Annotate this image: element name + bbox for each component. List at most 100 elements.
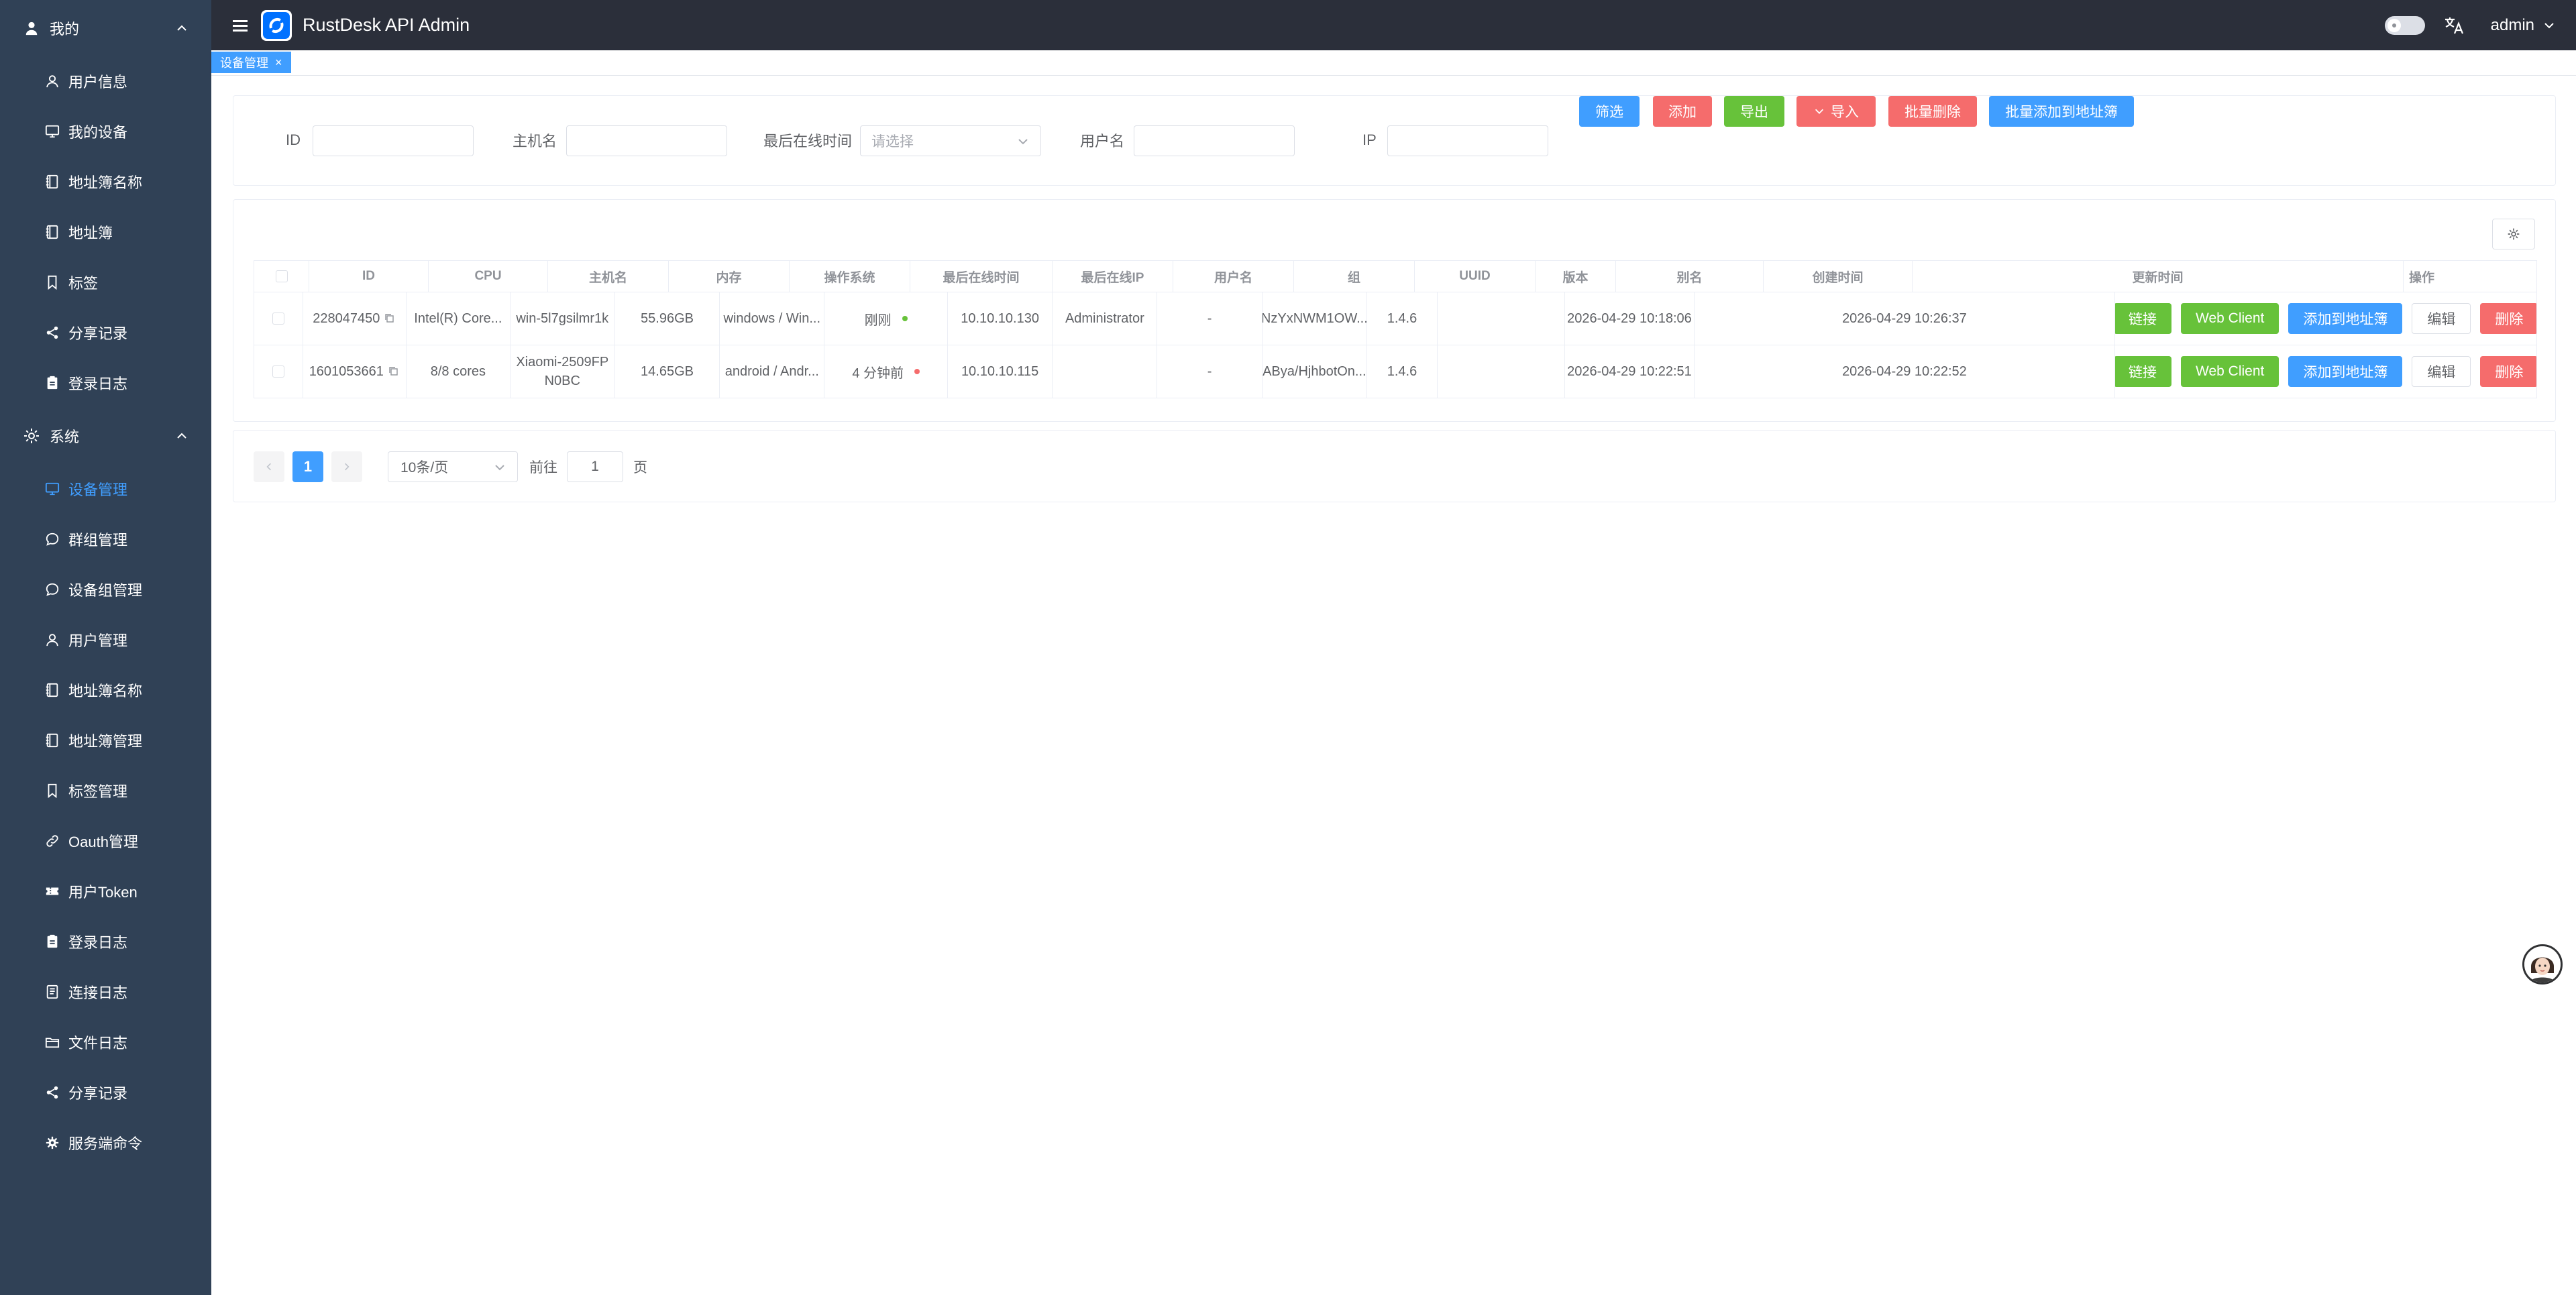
cell-text: 228047450 <box>313 311 380 326</box>
document-icon <box>44 984 60 1000</box>
cell-text: - <box>1207 311 1212 326</box>
copy-icon[interactable] <box>388 365 400 378</box>
sidebar-item-label: 用户Token <box>68 883 138 901</box>
sidebar-item-system-4[interactable]: 地址簿名称 <box>0 665 211 715</box>
sidebar-item-system-10[interactable]: 连接日志 <box>0 966 211 1017</box>
chevron-down-icon[interactable] <box>2542 19 2556 32</box>
sidebar-item-system-7[interactable]: Oauth管理 <box>0 815 211 866</box>
import-button[interactable]: 导入 <box>1796 96 1876 127</box>
sidebar-item-me-1[interactable]: 我的设备 <box>0 106 211 156</box>
ticket-icon <box>44 883 60 899</box>
user-filled-icon <box>23 19 40 37</box>
status-dot <box>902 316 908 321</box>
cell-text: Intel(R) Core... <box>414 311 502 326</box>
sidebar-group-system[interactable]: 系统 <box>0 408 211 463</box>
column-settings-button[interactable] <box>2492 219 2535 249</box>
sidebar-item-system-6[interactable]: 标签管理 <box>0 765 211 815</box>
cell-cpu: 8/8 cores <box>407 345 511 398</box>
web-client-button[interactable]: Web Client <box>2181 303 2279 334</box>
goto-page-input[interactable]: 1 <box>567 451 623 482</box>
filter-id-input[interactable] <box>313 125 474 156</box>
translate-icon[interactable] <box>2443 14 2465 37</box>
filter-id-label: ID <box>286 131 301 148</box>
page-suffix: 页 <box>633 460 647 475</box>
user-name[interactable]: admin <box>2491 16 2534 35</box>
page-number-button[interactable]: 1 <box>292 451 323 482</box>
batch-add-to-address-book-button[interactable]: 批量添加到地址簿 <box>1989 96 2134 127</box>
chevron-left-icon <box>266 463 271 471</box>
sidebar-item-me-5[interactable]: 分享记录 <box>0 307 211 357</box>
notebook-icon <box>44 224 60 240</box>
filter-last-online-label: 最后在线时间 <box>763 133 853 150</box>
filter-button[interactable]: 筛选 <box>1579 96 1640 127</box>
column-header: UUID <box>1415 261 1536 292</box>
export-button[interactable]: 导出 <box>1724 96 1784 127</box>
sidebar-item-system-12[interactable]: 分享记录 <box>0 1067 211 1117</box>
edit-button[interactable]: 编辑 <box>2412 356 2471 387</box>
cell-last_ip: 10.10.10.115 <box>948 345 1053 398</box>
add-to-address-book-button[interactable]: 添加到地址簿 <box>2288 356 2403 387</box>
floating-avatar[interactable] <box>2522 944 2563 984</box>
sidebar-item-me-0[interactable]: 用户信息 <box>0 56 211 106</box>
batch-delete-button[interactable]: 批量删除 <box>1888 96 1977 127</box>
add-to-address-book-button[interactable]: 添加到地址簿 <box>2288 303 2403 334</box>
tag-device-management[interactable]: 设备管理 × <box>211 52 291 73</box>
filter-last-online-select[interactable]: 请选择 <box>860 125 1041 156</box>
hamburger-menu-icon[interactable] <box>231 17 249 34</box>
filter-hostname-input[interactable] <box>566 125 727 156</box>
cell-text: windows / Win... <box>723 311 820 326</box>
cell-memory: 14.65GB <box>615 345 720 398</box>
select-all-checkbox[interactable] <box>275 270 288 282</box>
sidebar-item-system-13[interactable]: 服务端命令 <box>0 1117 211 1168</box>
sidebar-item-me-4[interactable]: 标签 <box>0 257 211 307</box>
table-row: 1601053661 8/8 cores Xiaomi-2509FPN0BC 14.6… <box>254 345 2537 398</box>
sidebar-item-label: 地址簿 <box>68 224 113 241</box>
sidebar-item-me-6[interactable]: 登录日志 <box>0 357 211 408</box>
sidebar-item-system-1[interactable]: 群组管理 <box>0 514 211 564</box>
link-icon <box>44 833 60 849</box>
copy-icon[interactable] <box>384 313 396 325</box>
chevron-right-icon <box>345 463 350 471</box>
cell-text: 2026-04-29 10:18:06 <box>1567 311 1692 326</box>
sidebar-item-system-8[interactable]: 用户Token <box>0 866 211 916</box>
cell-username <box>1053 345 1158 398</box>
sidebar-group-me[interactable]: 我的 <box>0 0 211 56</box>
row-checkbox[interactable] <box>272 365 284 378</box>
sidebar-item-system-3[interactable]: 用户管理 <box>0 614 211 665</box>
row-checkbox[interactable] <box>272 313 284 325</box>
connect-button[interactable]: 链接 <box>2115 356 2172 387</box>
next-page-button[interactable] <box>331 451 362 482</box>
select-placeholder: 请选择 <box>871 134 914 150</box>
sidebar-item-system-9[interactable]: 登录日志 <box>0 916 211 966</box>
column-header: CPU <box>429 261 548 292</box>
delete-button[interactable]: 删除 <box>2480 303 2537 334</box>
cell-text: 4 分钟前 <box>852 365 904 381</box>
connect-button[interactable]: 链接 <box>2115 303 2172 334</box>
sidebar-item-me-3[interactable]: 地址簿 <box>0 207 211 257</box>
page-size-value: 10条/页 <box>400 460 449 475</box>
theme-toggle[interactable] <box>2384 15 2425 35</box>
gear-icon <box>44 1135 60 1151</box>
cell-text: 1.4.6 <box>1387 363 1417 379</box>
close-icon[interactable]: × <box>275 56 282 70</box>
edit-button[interactable]: 编辑 <box>2412 303 2471 334</box>
row-checkbox-cell <box>254 292 303 345</box>
add-button[interactable]: 添加 <box>1653 96 1712 127</box>
sidebar-item-me-2[interactable]: 地址簿名称 <box>0 156 211 207</box>
filter-username-input[interactable] <box>1134 125 1295 156</box>
rustdesk-logo-icon <box>261 9 292 41</box>
sidebar-item-system-0[interactable]: 设备管理 <box>0 463 211 514</box>
cell-actions: 链接 Web Client 添加到地址簿 编辑 删除 <box>2115 292 2537 345</box>
table-card: ID CPU 主机名 内存 操作系统 最后在线时间 最后在线IP 用户名组 UUID 版本 别名 创建… <box>233 199 2556 422</box>
sidebar-item-system-5[interactable]: 地址簿管理 <box>0 715 211 765</box>
cell-updated: 2026-04-29 10:22:52 <box>1695 345 2116 398</box>
prev-page-button[interactable] <box>254 451 284 482</box>
folder-icon <box>44 1034 60 1050</box>
sidebar-item-label: 文件日志 <box>68 1034 128 1052</box>
page-size-select[interactable]: 10条/页 <box>388 451 518 482</box>
delete-button[interactable]: 删除 <box>2480 356 2537 387</box>
web-client-button[interactable]: Web Client <box>2181 356 2279 387</box>
filter-ip-input[interactable] <box>1387 125 1548 156</box>
sidebar-item-system-11[interactable]: 文件日志 <box>0 1017 211 1067</box>
sidebar-item-system-2[interactable]: 设备组管理 <box>0 564 211 614</box>
